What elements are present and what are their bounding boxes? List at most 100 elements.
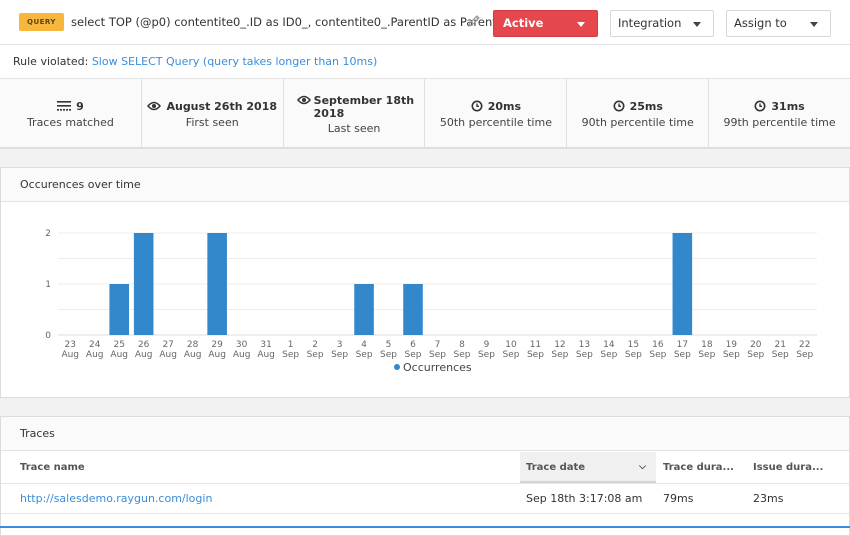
stat-value: 9: [76, 100, 84, 113]
x-tick-label: 2 Sep: [307, 340, 324, 360]
integration-dropdown[interactable]: Integration: [610, 10, 714, 37]
x-tick-label: 31 Aug: [257, 340, 275, 360]
x-tick-label: 26 Aug: [135, 340, 153, 360]
rule-violated: Rule violated: Slow SELECT Query (query …: [13, 55, 377, 68]
x-tick-label: 11 Sep: [527, 340, 544, 360]
legend-label: Occurrences: [403, 361, 472, 374]
issue-header: QUERY select TOP (@p0) contentite0_.ID a…: [0, 0, 850, 45]
column-label: Trace date: [526, 462, 586, 473]
x-tick-label: 22 Sep: [796, 340, 813, 360]
pencil-icon[interactable]: [467, 14, 481, 28]
x-tick-label: 20 Sep: [747, 340, 764, 360]
stat-value: August 26th 2018: [166, 100, 277, 113]
traces-icon: [57, 101, 72, 111]
stat-p50: 20ms 50th percentile time: [425, 79, 568, 147]
x-tick-label: 3 Sep: [331, 340, 348, 360]
x-tick-label: 17 Sep: [674, 340, 691, 360]
bar: [133, 233, 154, 335]
stat-label: Traces matched: [26, 116, 114, 129]
stat-traces-matched: 9 Traces matched: [0, 79, 142, 147]
rule-label: Rule violated:: [13, 55, 89, 68]
integration-label: Integration: [618, 16, 682, 30]
clock-icon: [613, 100, 625, 112]
stats-bar: 9 Traces matched August 26th 2018 First …: [0, 78, 850, 149]
x-tick-label: 30 Aug: [233, 340, 251, 360]
trace-name-link[interactable]: http://salesdemo.raygun.com/login: [14, 484, 212, 513]
trace-duration: 79ms: [663, 492, 694, 505]
x-tick-label: 13 Sep: [576, 340, 593, 360]
query-badge: QUERY: [19, 13, 64, 31]
stat-label: Last seen: [327, 122, 381, 135]
stat-p90: 25ms 90th percentile time: [567, 79, 710, 147]
stat-value: 20ms: [487, 100, 522, 113]
x-tick-label: 28 Aug: [184, 340, 202, 360]
stat-value: 31ms: [771, 100, 805, 113]
x-tick-label: 24 Aug: [86, 340, 104, 360]
x-tick-label: 18 Sep: [698, 340, 715, 360]
eye-icon: [147, 101, 162, 111]
panel-title: Traces: [1, 417, 849, 451]
x-tick-label: 5 Sep: [380, 340, 397, 360]
traces-panel: Traces Trace name Trace date ⌵ Trace dur…: [0, 416, 850, 536]
x-tick-label: 7 Sep: [429, 340, 446, 360]
x-tick-label: 21 Sep: [772, 340, 789, 360]
column-trace-name[interactable]: Trace name: [14, 452, 519, 483]
y-tick-label: 1: [45, 280, 51, 290]
x-tick-label: 25 Aug: [110, 340, 128, 360]
clock-icon: [471, 100, 483, 112]
chevron-down-icon: [810, 22, 818, 27]
table-row[interactable]: http://salesdemo.raygun.com/login Sep 18…: [1, 484, 849, 514]
y-tick-label: 0: [45, 331, 51, 341]
stat-label: 99th percentile time: [723, 116, 836, 129]
x-tick-label: 19 Sep: [723, 340, 740, 360]
assign-label: Assign to: [734, 16, 787, 30]
x-tick-label: 1 Sep: [282, 340, 299, 360]
stat-last-seen: September 18th 2018 Last seen: [284, 79, 426, 147]
x-tick-label: 4 Sep: [356, 340, 373, 360]
status-label: Active: [503, 16, 544, 30]
column-trace-duration[interactable]: Trace dura...: [657, 452, 747, 483]
x-tick-label: 15 Sep: [625, 340, 642, 360]
x-tick-label: 14 Sep: [600, 340, 617, 360]
rule-link[interactable]: Slow SELECT Query (query takes longer th…: [92, 55, 377, 68]
bar: [354, 284, 374, 335]
trace-date: Sep 18th 3:17:08 am: [526, 492, 643, 505]
x-tick-label: 9 Sep: [478, 340, 495, 360]
column-issue-duration[interactable]: Issue dura...: [747, 452, 837, 483]
stat-p99: 31ms 99th percentile time: [709, 79, 850, 147]
x-tick-label: 8 Sep: [453, 340, 470, 360]
stat-label: First seen: [185, 116, 239, 129]
x-tick-label: 10 Sep: [502, 340, 519, 360]
x-tick-label: 6 Sep: [405, 340, 422, 360]
x-tick-label: 12 Sep: [551, 340, 568, 360]
column-trace-date[interactable]: Trace date ⌵: [520, 452, 656, 483]
x-tick-label: 27 Aug: [159, 340, 177, 360]
x-tick-label: 29 Aug: [208, 340, 226, 360]
chevron-down-icon: [577, 22, 585, 27]
bar: [207, 233, 227, 335]
stat-label: 50th percentile time: [439, 116, 552, 129]
eye-icon: [296, 95, 311, 105]
clock-icon: [754, 100, 766, 112]
chevron-down-icon: ⌵: [639, 462, 646, 472]
occurrences-chart: 0 1 2 23 Aug 24 Aug 25 Aug 26 Aug 27 Aug 28 Aug 29 Aug 30…: [45, 229, 817, 374]
chevron-down-icon: [693, 22, 701, 27]
bar: [109, 284, 130, 335]
legend-marker: [394, 364, 400, 370]
table-header: Trace name Trace date ⌵ Trace dura... Is…: [1, 452, 849, 484]
stat-first-seen: August 26th 2018 First seen: [142, 79, 284, 147]
y-tick-label: 2: [45, 229, 51, 239]
x-tick-label: 23 Aug: [61, 340, 79, 360]
rule-bar: Rule violated: Slow SELECT Query (query …: [0, 45, 850, 78]
stat-label: 90th percentile time: [581, 116, 694, 129]
x-tick-label: 16 Sep: [649, 340, 666, 360]
stat-value: 25ms: [629, 100, 663, 113]
stat-value: September 18th 2018: [313, 94, 415, 120]
issue-duration: 23ms: [753, 492, 784, 505]
bar: [672, 233, 693, 335]
panel-title: Occurences over time: [1, 168, 849, 202]
assign-dropdown[interactable]: Assign to: [726, 10, 831, 37]
bar: [403, 284, 423, 335]
status-dropdown[interactable]: Active: [493, 10, 598, 37]
occurrences-panel: Occurences over time 0 1 2 23 Aug 24 Aug 25 Aug 2…: [0, 167, 850, 398]
